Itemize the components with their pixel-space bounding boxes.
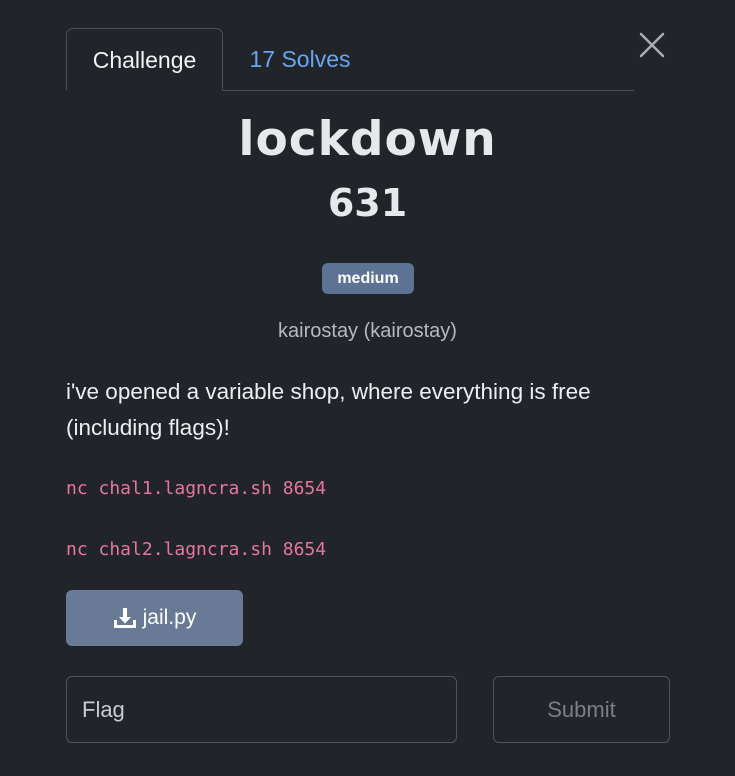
tab-solves[interactable]: 17 Solves (232, 28, 368, 90)
connection-command: nc chal1.lagncra.sh 8654 (66, 478, 327, 499)
difficulty-badge: medium (322, 263, 414, 294)
tab-bar: Challenge 17 Solves (66, 28, 634, 91)
flag-input[interactable] (66, 676, 457, 743)
download-file-label: jail.py (142, 606, 197, 629)
connection-command: nc chal2.lagncra.sh 8654 (66, 539, 327, 560)
download-icon (113, 608, 136, 628)
download-file-button[interactable]: jail.py (66, 590, 243, 646)
tab-challenge[interactable]: Challenge (66, 28, 223, 91)
challenge-points: 631 (327, 181, 408, 225)
challenge-title: lockdown (238, 112, 497, 167)
challenge-description: i've opened a variable shop, where every… (66, 379, 591, 440)
close-icon (639, 32, 665, 58)
challenge-author: kairostay (kairostay) (278, 320, 457, 342)
close-button[interactable] (635, 28, 669, 62)
challenge-modal: Challenge 17 Solves lockdown 631 medium … (0, 0, 735, 776)
submit-button[interactable]: Submit (493, 676, 670, 743)
